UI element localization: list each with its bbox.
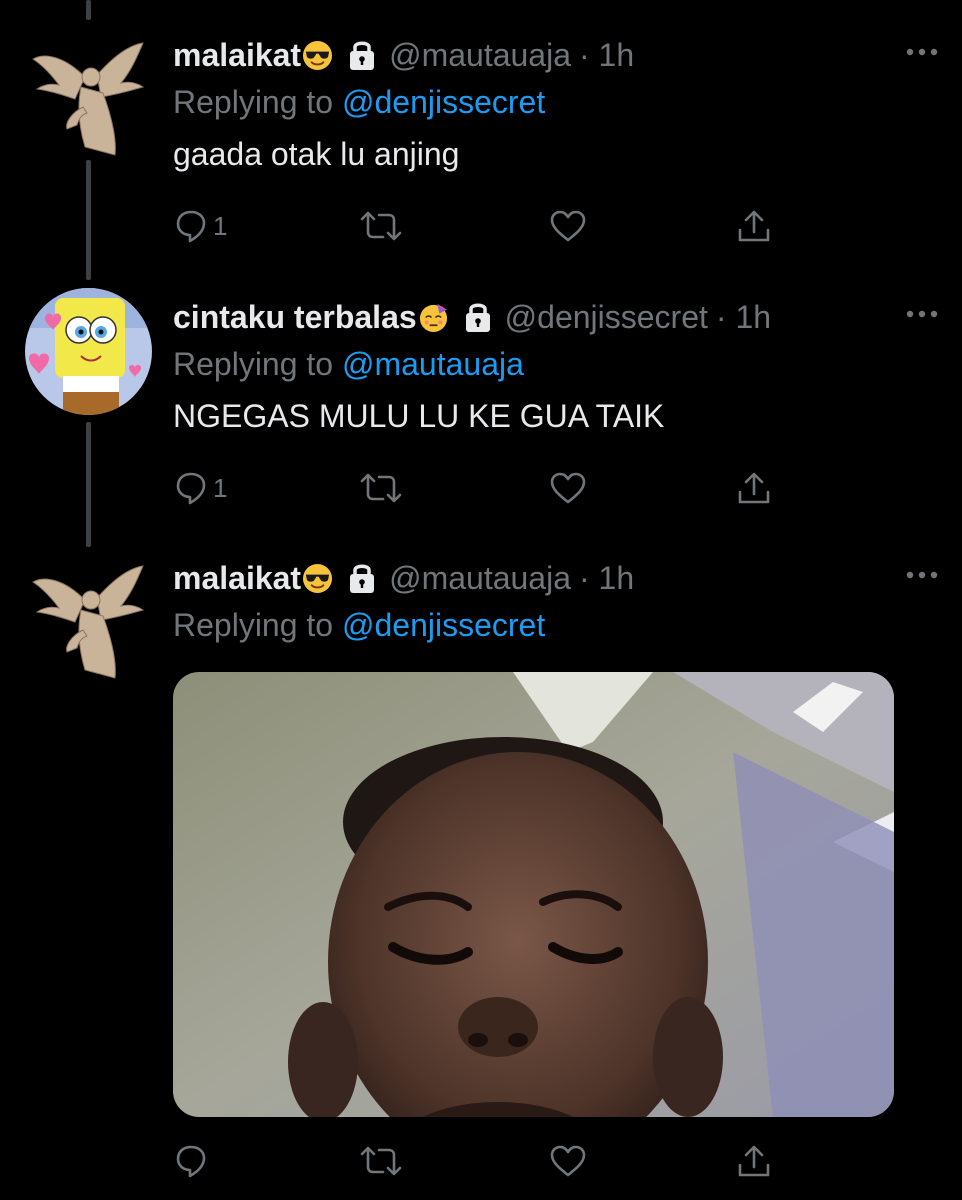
lock-icon	[350, 41, 375, 70]
tweet[interactable]: malaikat @mautauaja · 1h Replying to @de…	[0, 555, 962, 1200]
retweet-icon	[360, 211, 402, 241]
reply-button[interactable]: 1	[175, 204, 227, 248]
share-button[interactable]	[736, 1139, 772, 1183]
sunglasses-face-icon	[303, 563, 333, 593]
tweet-header: malaikat @mautauaja · 1h	[173, 32, 932, 78]
share-icon	[738, 210, 770, 242]
tweet[interactable]: malaikat @mautauaja · 1h Replying to @de…	[0, 32, 962, 262]
like-heart-icon	[550, 472, 586, 504]
share-button[interactable]	[736, 466, 772, 510]
partying-face-icon	[419, 303, 447, 332]
tweet-text: gaada otak lu anjing	[173, 136, 460, 172]
display-name[interactable]: malaikat	[173, 37, 301, 74]
tweet-media-photo[interactable]	[173, 672, 894, 1117]
replying-to-label: Replying to	[173, 607, 334, 643]
more-options-icon[interactable]	[904, 42, 940, 62]
more-options-icon[interactable]	[904, 304, 940, 324]
avatar[interactable]	[25, 288, 152, 415]
tweet-header: cintaku terbalas @denjissecret · 1h	[173, 294, 932, 340]
replying-to-line: Replying to @denjissecret	[173, 80, 932, 124]
timestamp[interactable]: · 1h	[579, 560, 634, 597]
retweet-button[interactable]	[359, 204, 403, 248]
avatar[interactable]	[25, 560, 152, 687]
sunglasses-face-icon	[303, 40, 333, 70]
avatar[interactable]	[25, 37, 152, 164]
tweet[interactable]: cintaku terbalas @denjissecret · 1h Repl…	[0, 288, 962, 524]
replying-to-line: Replying to @mautauaja	[173, 342, 932, 386]
tweet-text: NGEGAS MULU LU KE GUA TAIK	[173, 398, 665, 434]
like-heart-icon	[550, 1145, 586, 1177]
replying-to-mention[interactable]: @mautauaja	[342, 346, 524, 382]
lock-icon	[350, 564, 375, 593]
retweet-icon	[360, 473, 402, 503]
more-options-icon[interactable]	[904, 565, 940, 585]
display-name[interactable]: cintaku terbalas	[173, 299, 417, 336]
reply-count: 1	[213, 472, 228, 503]
thread-line-top	[86, 0, 91, 20]
tweet-header: malaikat @mautauaja · 1h	[173, 555, 932, 601]
replying-to-label: Replying to	[173, 84, 334, 120]
share-button[interactable]	[736, 204, 772, 248]
timestamp[interactable]: · 1h	[579, 37, 634, 74]
like-button[interactable]	[549, 204, 587, 248]
tweet-actions	[173, 1139, 873, 1183]
handle[interactable]: @mautauaja	[389, 560, 571, 597]
like-heart-icon	[550, 210, 586, 242]
share-icon	[738, 472, 770, 504]
share-icon	[738, 1145, 770, 1177]
like-button[interactable]	[549, 1139, 587, 1183]
tweet-actions: 1	[173, 466, 873, 510]
reply-icon	[176, 472, 206, 505]
reply-count: 1	[213, 210, 228, 241]
like-button[interactable]	[549, 466, 587, 510]
handle[interactable]: @denjissecret	[505, 299, 708, 336]
display-name[interactable]: malaikat	[173, 560, 301, 597]
tweet-actions: 1	[173, 204, 873, 248]
replying-to-mention[interactable]: @denjissecret	[342, 607, 545, 643]
reply-button[interactable]: 1	[175, 466, 227, 510]
reply-button[interactable]	[175, 1139, 207, 1183]
retweet-button[interactable]	[359, 466, 403, 510]
lock-icon	[465, 303, 490, 332]
timestamp[interactable]: · 1h	[716, 299, 771, 336]
retweet-icon	[360, 1146, 402, 1176]
reply-icon	[176, 1145, 206, 1178]
replying-to-label: Replying to	[173, 346, 334, 382]
retweet-button[interactable]	[359, 1139, 403, 1183]
replying-to-mention[interactable]: @denjissecret	[342, 84, 545, 120]
replying-to-line: Replying to @denjissecret	[173, 603, 932, 647]
handle[interactable]: @mautauaja	[389, 37, 571, 74]
reply-icon	[176, 210, 206, 243]
